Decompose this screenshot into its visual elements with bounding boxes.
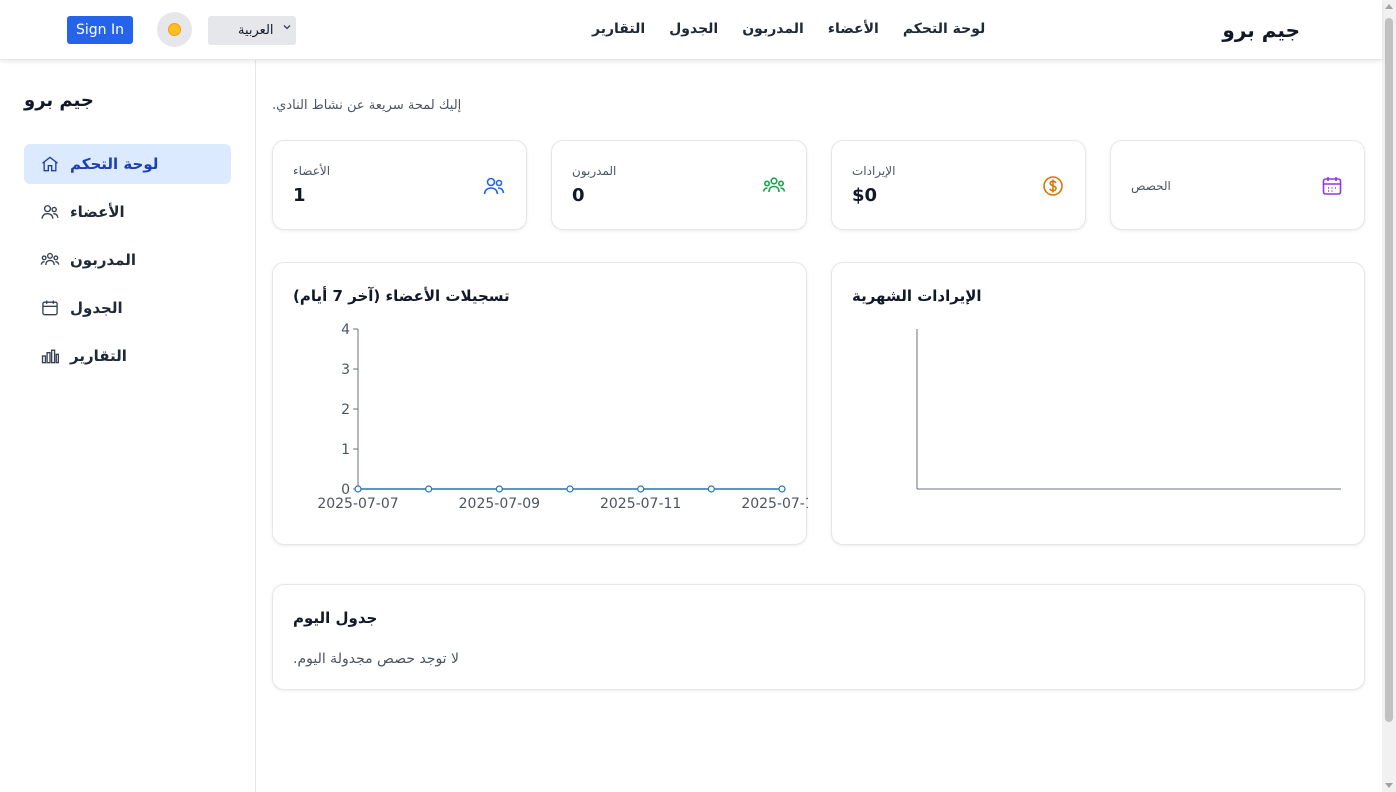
stat-value: 1 <box>293 185 306 206</box>
theme-toggle-button[interactable] <box>157 12 192 47</box>
calendar-icon <box>42 300 58 316</box>
today-schedule-title: جدول اليوم <box>293 609 378 627</box>
page-scrollbar[interactable] <box>1382 0 1396 792</box>
y-tick-label: 3 <box>341 362 350 378</box>
data-point <box>566 485 574 493</box>
x-tick-label: 2025-07-09 <box>459 496 540 512</box>
language-select[interactable]: العربية <box>208 16 296 45</box>
users-icon <box>483 177 505 195</box>
sidebar-item-label: المدربون <box>70 251 136 269</box>
nav-trainers[interactable]: المدربون <box>742 21 804 37</box>
stat-card-classes: الحصص <box>1110 140 1365 230</box>
sidebar-item-schedule[interactable]: الجدول <box>24 288 231 328</box>
stat-label: الحصص <box>1131 179 1171 193</box>
language-value: العربية <box>238 23 274 38</box>
top-nav: لوحة التحكم الأعضاء المدربون الجدول التق… <box>592 21 985 37</box>
data-point <box>425 485 433 493</box>
revenue-chart-card: الإيرادات الشهرية <box>831 262 1365 545</box>
nav-reports[interactable]: التقارير <box>592 21 645 37</box>
nav-schedule[interactable]: الجدول <box>669 21 718 37</box>
sidebar-item-reports[interactable]: التقارير <box>24 336 231 376</box>
data-point <box>637 485 645 493</box>
sidebar-item-members[interactable]: الأعضاء <box>24 192 231 232</box>
sun-icon <box>168 23 181 36</box>
sidebar-item-label: الأعضاء <box>70 203 125 221</box>
group-icon <box>762 177 786 193</box>
x-tick-label: 2025-07-13 <box>741 496 808 512</box>
stat-value: $0 <box>852 185 878 206</box>
sidebar-item-trainers[interactable]: المدربون <box>24 240 231 280</box>
today-schedule-empty: .لا توجد حصص مجدولة اليوم <box>293 651 460 667</box>
scroll-up-icon[interactable] <box>1385 4 1393 9</box>
stat-value: 0 <box>572 185 585 206</box>
x-tick-label: 2025-07-11 <box>600 496 681 512</box>
data-point <box>354 485 362 493</box>
sign-in-button[interactable]: Sign In <box>67 16 133 44</box>
sidebar-item-label: لوحة التحكم <box>70 155 159 173</box>
today-schedule-card: جدول اليوم .لا توجد حصص مجدولة اليوم <box>272 584 1365 690</box>
data-point <box>707 485 715 493</box>
stat-card-revenue: الإيرادات $0 <box>831 140 1086 230</box>
home-icon <box>42 156 58 172</box>
stat-label: المدربون <box>572 164 617 178</box>
y-tick-label: 2 <box>341 402 350 418</box>
stat-card-members: الأعضاء 1 <box>272 140 527 230</box>
stat-label: الإيرادات <box>852 164 896 178</box>
data-point <box>495 485 503 493</box>
sidebar-item-label: التقارير <box>70 347 127 365</box>
stat-card-trainers: المدربون 0 <box>551 140 807 230</box>
revenue-bar-chart <box>916 329 1341 490</box>
bar-chart-icon <box>41 349 60 364</box>
sidebar-brand: جيم برو <box>24 90 94 111</box>
nav-members[interactable]: الأعضاء <box>828 21 879 37</box>
chevron-down-icon <box>282 22 292 35</box>
members-icon <box>41 205 59 219</box>
trainers-icon <box>40 252 60 266</box>
top-navbar: جيم برو لوحة التحكم الأعضاء المدربون الج… <box>0 0 1382 60</box>
data-point <box>778 485 786 493</box>
scrollbar-thumb[interactable] <box>1385 18 1393 722</box>
y-tick-label: 4 <box>341 322 350 338</box>
dollar-icon <box>1043 176 1063 196</box>
registrations-line-chart: 012342025-07-07 2025-07-09 2025-07-11 2025-… <box>317 322 808 512</box>
sidebar: جيم برو لوحة التحكم الأعضاء المدربون الج… <box>0 60 256 792</box>
stat-label: الأعضاء <box>293 164 331 178</box>
calendar-icon <box>1322 177 1342 195</box>
y-tick-label: 1 <box>341 442 350 458</box>
sidebar-item-label: الجدول <box>70 299 123 317</box>
brand-logo-text[interactable]: جيم برو <box>1222 18 1300 42</box>
x-tick-label: 2025-07-07 <box>317 496 398 512</box>
nav-dashboard[interactable]: لوحة التحكم <box>903 21 985 37</box>
page-intro: .إليك لمحة سريعة عن نشاط النادي <box>272 98 462 113</box>
sidebar-item-dashboard[interactable]: لوحة التحكم <box>24 144 231 184</box>
registrations-chart-card: تسجيلات الأعضاء (آخر 7 أيام) 0 1 2 3 4 2025-0… <box>272 262 808 545</box>
scroll-down-icon[interactable] <box>1385 783 1393 788</box>
